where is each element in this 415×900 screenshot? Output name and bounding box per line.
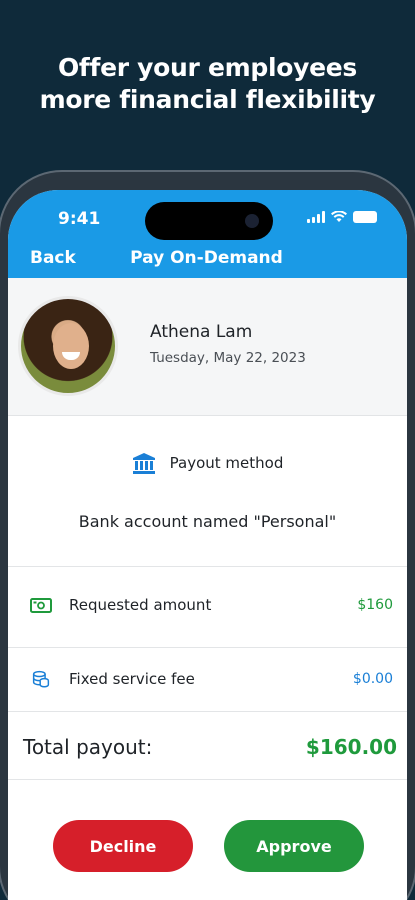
request-date: Tuesday, May 22, 2023 — [150, 350, 306, 366]
divider — [8, 647, 407, 648]
status-time: 9:41 — [58, 209, 101, 229]
divider — [8, 779, 407, 780]
payout-method: Payout method — [8, 452, 407, 474]
approve-button[interactable]: Approve — [224, 820, 364, 872]
bank-icon — [132, 453, 155, 474]
requested-amount-value: $160 — [357, 597, 393, 613]
divider — [8, 711, 407, 712]
battery-icon — [353, 211, 377, 223]
divider — [8, 566, 407, 567]
dynamic-island — [145, 202, 273, 240]
back-button[interactable]: Back — [30, 248, 76, 268]
decline-button[interactable]: Decline — [53, 820, 193, 872]
cash-icon — [30, 598, 52, 613]
headline-line-1: Offer your employees — [57, 53, 358, 82]
marketing-headline: Offer your employees more financial flex… — [0, 52, 415, 116]
total-payout-value: $160.00 — [305, 735, 397, 759]
requested-amount-label: Requested amount — [69, 596, 212, 614]
camera-icon — [245, 214, 259, 228]
avatar — [18, 296, 118, 396]
coins-icon — [32, 670, 50, 688]
app-header: 9:41 Pay On-Demand Back — [8, 190, 407, 278]
bank-account-name: Bank account named "Personal" — [78, 512, 337, 531]
headline-line-2: more financial flexibility — [39, 85, 376, 114]
employee-name: Athena Lam — [150, 322, 253, 342]
total-payout-label: Total payout: — [23, 735, 153, 759]
total-payout-row: Total payout: $160.00 — [23, 735, 397, 759]
service-fee-row: Fixed service fee $0.00 — [30, 670, 393, 688]
phone-screen: 9:41 Pay On-Demand Back Athena Lam Tuesd… — [8, 190, 407, 900]
employee-profile: Athena Lam Tuesday, May 22, 2023 — [8, 278, 407, 416]
service-fee-value: $0.00 — [352, 671, 393, 687]
service-fee-label: Fixed service fee — [69, 670, 195, 688]
signal-icon — [307, 211, 325, 223]
status-icons — [307, 211, 377, 223]
wifi-icon — [331, 211, 347, 222]
requested-amount-row: Requested amount $160 — [30, 596, 393, 614]
payout-method-label: Payout method — [169, 454, 284, 472]
